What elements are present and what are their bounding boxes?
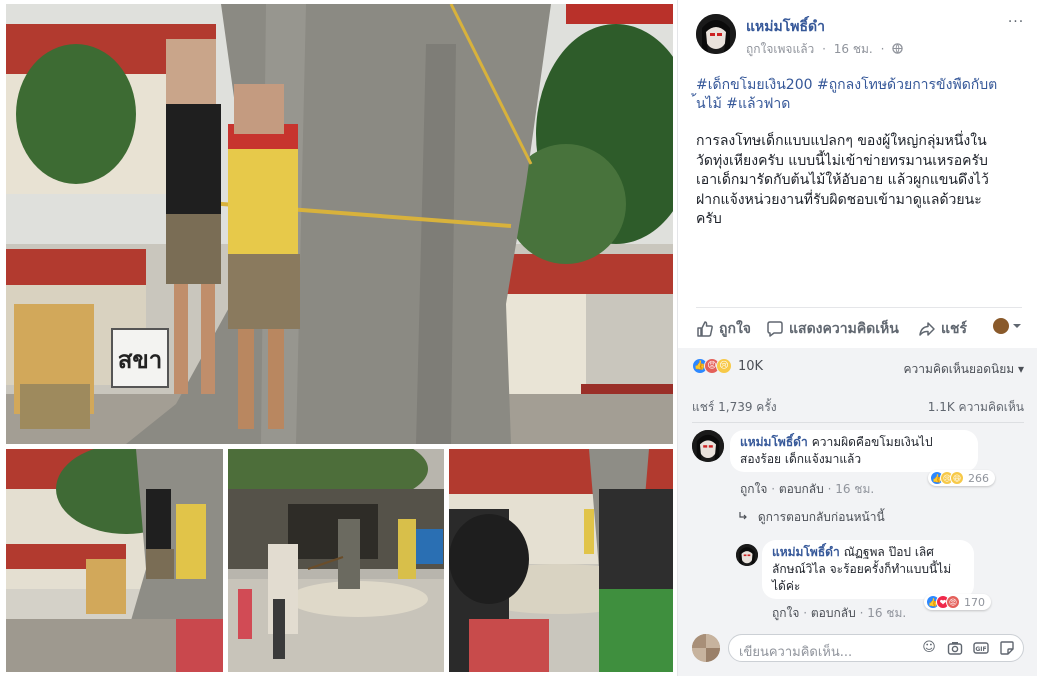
- reply-bubble: แหม่มโพธิ์ดำ ณัฏฐพล ป๊อป เลิศ ลักษณ์วิไล …: [762, 540, 974, 599]
- post-meta: ถูกใจเพจแล้ว · 16 ชม. ·: [746, 40, 903, 59]
- thumbnail-photo-3[interactable]: [449, 449, 673, 672]
- commenter-avatar[interactable]: [692, 430, 724, 462]
- comment-button[interactable]: แสดงความคิดเห็น: [766, 318, 899, 340]
- thumbs-up-icon: [697, 321, 713, 337]
- comment-text-line: สองร้อย เด็กแจ้งมาแล้ว: [740, 452, 862, 466]
- post-text-line: เอาเด็กมารัดกับต้นไม้ให้อับอาย แล้วผูกแข…: [696, 172, 989, 188]
- reply-timestamp[interactable]: 16 ชม.: [867, 606, 906, 620]
- post-panel: แหม่มโพธิ์ดำ ถูกใจเพจแล้ว · 16 ชม. · ···…: [677, 0, 1037, 676]
- liked-page-label[interactable]: ถูกใจเพจแล้ว: [746, 42, 814, 56]
- post-stats: แชร์ 1,739 ครั้ง 1.1K ความคิดเห็น: [692, 398, 1024, 417]
- post-text-line: ฝากแจ้งหน่วยงานที่รับผิดชอบเข้ามาดูแลด้ว…: [696, 191, 982, 208]
- current-user-avatar: [692, 634, 720, 662]
- thumbnail-photo-2[interactable]: [228, 449, 444, 672]
- comment-reply-link[interactable]: ตอบกลับ: [779, 482, 824, 496]
- post-hashtags: #เด็กขโมยเงิน200 #ถูกลงโทษด้วยการขังพืดก…: [696, 76, 1016, 114]
- thumbnail-photo-1[interactable]: [6, 449, 223, 672]
- comments-section: 👍 😡 😢 10K ความคิดเห็นยอดนิยม ▾ แชร์ 1,73…: [678, 348, 1037, 676]
- reaction-count[interactable]: 10K: [738, 359, 763, 374]
- comment-text-line: ความผิดคือขโมยเงินไป: [811, 435, 933, 449]
- reply-reply-link[interactable]: ตอบกลับ: [811, 606, 856, 620]
- sticker-icon[interactable]: [999, 640, 1015, 656]
- action-divider: [696, 307, 1022, 308]
- share-label: แชร์: [941, 321, 968, 337]
- share-button[interactable]: แชร์: [918, 318, 967, 340]
- sad-reaction-icon: 😢: [716, 358, 732, 374]
- comment-author[interactable]: แหม่มโพธิ์ดำ: [740, 435, 808, 449]
- reply-text-line: ณัฏฐพล ป๊อป เลิศ: [843, 545, 934, 559]
- reply-item: แหม่มโพธิ์ดำ ณัฏฐพล ป๊อป เลิศ ลักษณ์วิไล …: [736, 540, 1024, 624]
- comment-reactions[interactable]: 👍 😢 😆 266: [928, 470, 995, 486]
- main-photo[interactable]: สขา: [6, 4, 673, 444]
- hashtag-line-2[interactable]: ้นไม้ #แล้วฟาด: [696, 95, 1016, 114]
- post-body-text: การลงโทษเด็กแบบแปลกๆ ของผู้ใหญ่กลุ่มหนึ่…: [696, 132, 1014, 230]
- reply-text-line: ลักษณ์วิไล จะร้อยครั้งก็ทำแบบนี้ไม่: [772, 562, 952, 576]
- comment-label: แสดงความคิดเห็น: [789, 321, 899, 337]
- post-text-line: วัดทุ่งเหียงครับ แบบนี้ไม่เข้าข่ายทรมานเ…: [696, 152, 988, 169]
- reply-reactions[interactable]: 👍 ❤ 😡 170: [924, 594, 991, 610]
- comment-reaction-count: 266: [968, 471, 989, 485]
- post-author-name[interactable]: แหม่มโพธิ์ดำ: [746, 16, 825, 38]
- comment-input[interactable]: เขียนความคิดเห็น... ☺ GIF: [728, 634, 1024, 662]
- like-button[interactable]: ถูกใจ: [696, 318, 751, 340]
- reply-text-line: ได้ค่ะ: [772, 579, 801, 593]
- post-timestamp[interactable]: 16 ชม.: [834, 42, 873, 56]
- share-count[interactable]: แชร์ 1,739 ครั้ง: [692, 400, 777, 414]
- reply-author[interactable]: แหม่มโพธิ์ดำ: [772, 545, 840, 559]
- post-header: แหม่มโพธิ์ดำ ถูกใจเพจแล้ว · 16 ชม. · ···: [696, 14, 1028, 58]
- user-avatar: [993, 318, 1009, 334]
- replier-avatar[interactable]: [736, 544, 758, 566]
- facebook-photo-viewer: สขา แหม่มโพธิ์ดำ ถูกใจเพจแล้ว · 16 ชม. ·…: [0, 0, 1037, 676]
- comment-count[interactable]: 1.1K ความคิดเห็น: [928, 398, 1024, 417]
- comment-actions: ถูกใจ · ตอบกลับ · 16 ชม.: [740, 482, 875, 496]
- author-avatar[interactable]: [696, 14, 736, 54]
- comment-like-link[interactable]: ถูกใจ: [740, 482, 767, 496]
- reply-actions: ถูกใจ · ตอบกลับ · 16 ชม.: [772, 606, 907, 620]
- comment-icon: [767, 321, 783, 337]
- hashtag-line-1[interactable]: #เด็กขโมยเงิน200 #ถูกลงโทษด้วยการขังพืดก…: [696, 76, 1016, 95]
- reply-reaction-count: 170: [964, 595, 985, 609]
- photo-collage: สขา: [0, 0, 677, 676]
- reactions-summary[interactable]: 👍 😡 😢 10K: [692, 358, 763, 374]
- share-as-selector[interactable]: [993, 318, 1022, 334]
- more-options-button[interactable]: ···: [1004, 14, 1028, 34]
- post-text-line: การลงโทษเด็กแบบแปลกๆ ของผู้ใหญ่กลุ่มหนึ่…: [696, 133, 987, 149]
- camera-icon[interactable]: [947, 640, 963, 656]
- share-icon: [919, 322, 935, 336]
- reply-arrow-icon: [739, 512, 747, 520]
- post-text-line: ครับ: [696, 211, 722, 227]
- composer-icons: ☺ GIF: [921, 640, 1015, 656]
- comment-input-placeholder: เขียนความคิดเห็น...: [739, 645, 853, 660]
- globe-icon: [892, 43, 903, 54]
- comment-timestamp[interactable]: 16 ชม.: [835, 482, 874, 496]
- sign-text: สขา: [118, 346, 163, 374]
- comment-item: แหม่มโพธิ์ดำ ความผิดคือขโมยเงินไป สองร้อย…: [692, 430, 1024, 510]
- comment-bubble: แหม่มโพธิ์ดำ ความผิดคือขโมยเงินไป สองร้อย…: [730, 430, 978, 472]
- previous-replies-label: ดูการตอบกลับก่อนหน้านี้: [757, 510, 885, 524]
- post-action-bar: ถูกใจ แสดงความคิดเห็น แชร์: [696, 316, 1022, 342]
- comment-sort-dropdown[interactable]: ความคิดเห็นยอดนิยม ▾: [904, 360, 1024, 379]
- previous-replies-link[interactable]: ดูการตอบกลับก่อนหน้านี้: [738, 508, 885, 527]
- comment-composer: เขียนความคิดเห็น... ☺ GIF: [692, 630, 1024, 666]
- caret-down-icon: [1013, 324, 1021, 328]
- reply-like-link[interactable]: ถูกใจ: [772, 606, 799, 620]
- gif-icon[interactable]: GIF: [973, 640, 989, 656]
- like-label: ถูกใจ: [719, 321, 751, 337]
- angry-reaction-icon: 😡: [946, 595, 960, 609]
- comments-divider: [692, 422, 1024, 423]
- emoji-icon[interactable]: ☺: [921, 640, 937, 656]
- svg-text:GIF: GIF: [975, 646, 986, 653]
- haha-reaction-icon: 😆: [950, 471, 964, 485]
